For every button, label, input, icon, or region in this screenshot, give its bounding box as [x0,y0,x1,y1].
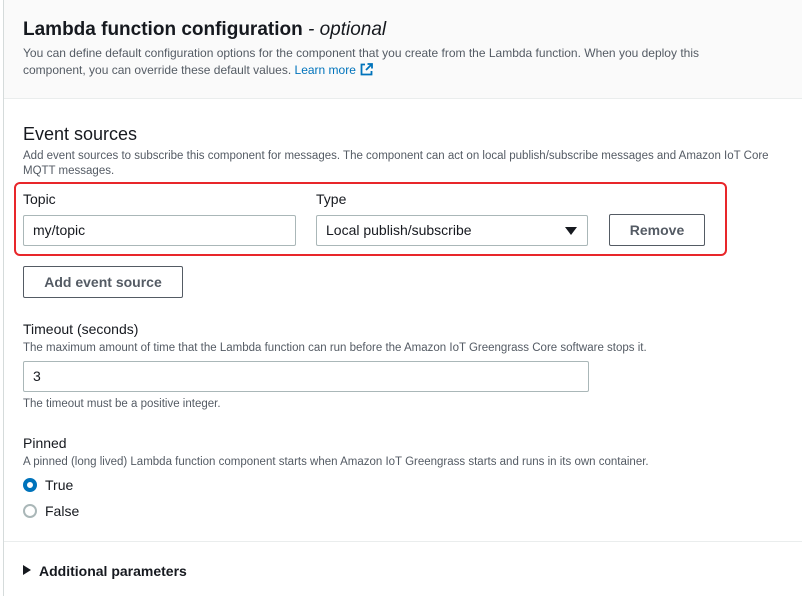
event-sources-title: Event sources [23,124,138,144]
title-text: Lambda function configuration [23,19,303,40]
timeout-hint: The timeout must be a positive integer. [23,398,221,410]
page-title: Lambda function configuration - optional [23,19,386,41]
external-link-icon [360,63,373,81]
section-divider [4,541,802,542]
radio-unselected-icon[interactable] [23,504,37,518]
type-select[interactable]: Local publish/subscribe [316,215,588,246]
caret-down-icon [565,227,577,235]
timeout-description: The maximum amount of time that the Lamb… [23,342,647,354]
pinned-description: A pinned (long lived) Lambda function co… [23,456,649,468]
learn-more-link[interactable]: Learn more [295,63,373,77]
type-label: Type [316,191,347,207]
optional-suffix: - optional [307,19,387,40]
lambda-config-panel: Lambda function configuration - optional… [3,0,802,596]
timeout-label: Timeout (seconds) [23,321,139,337]
caret-right-icon [23,565,31,575]
header-description: You can define default configuration opt… [23,45,763,81]
learn-more-text: Learn more [294,63,356,77]
pinned-label: Pinned [23,435,67,451]
timeout-input[interactable]: 3 [23,361,589,392]
panel-header: Lambda function configuration - optional… [4,0,802,99]
add-event-source-button[interactable]: Add event source [23,266,183,298]
event-sources-description: Add event sources to subscribe this comp… [23,150,769,177]
topic-label: Topic [23,191,56,207]
topic-input[interactable]: my/topic [23,215,296,246]
type-select-value: Local publish/subscribe [326,222,472,238]
radio-selected-icon[interactable] [23,478,37,492]
radio-label-true: True [45,477,74,493]
radio-label-false: False [45,503,80,519]
additional-parameters-label: Additional parameters [39,563,187,579]
remove-button[interactable]: Remove [609,214,705,246]
additional-parameters-expander[interactable]: Additional parameters [23,563,187,581]
